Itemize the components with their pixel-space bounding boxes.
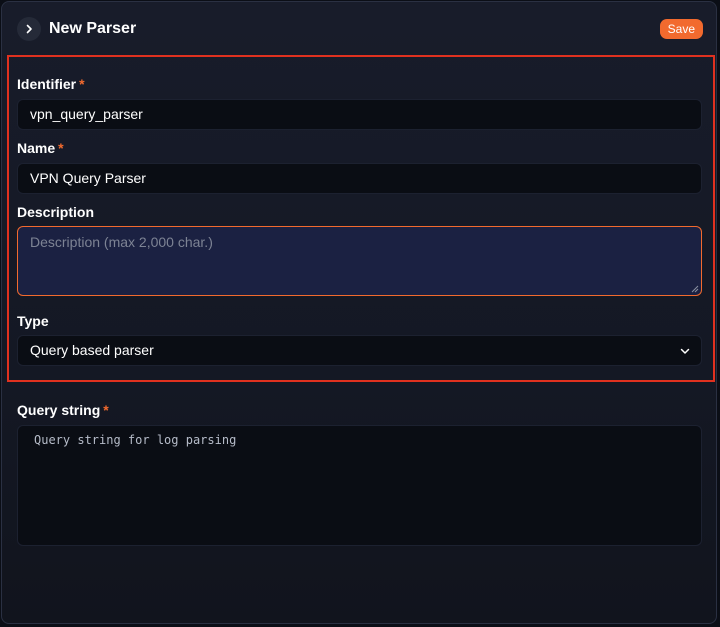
chevron-down-icon bbox=[680, 348, 690, 354]
name-label: Name * bbox=[17, 139, 64, 157]
query-string-textarea[interactable]: Query string for log parsing bbox=[17, 425, 702, 546]
page-title: New Parser bbox=[49, 20, 137, 37]
identifier-label: Identifier * bbox=[17, 75, 85, 93]
required-mark: * bbox=[58, 140, 64, 156]
resize-grip-icon[interactable] bbox=[691, 285, 699, 293]
description-label-text: Description bbox=[17, 204, 95, 220]
expand-button[interactable] bbox=[17, 17, 41, 41]
type-selected-value: Query based parser bbox=[30, 342, 154, 358]
type-label-text: Type bbox=[17, 313, 49, 329]
query-string-placeholder: Query string for log parsing bbox=[34, 433, 237, 447]
save-button[interactable]: Save bbox=[659, 19, 703, 39]
type-label: Type bbox=[17, 312, 49, 330]
name-label-text: Name bbox=[17, 140, 56, 156]
chevron-right-icon bbox=[26, 24, 32, 34]
query-string-label: Query string * bbox=[17, 401, 109, 419]
type-select[interactable]: Query based parser bbox=[17, 335, 702, 366]
required-mark: * bbox=[103, 402, 109, 418]
description-label: Description bbox=[17, 203, 94, 221]
description-textarea[interactable]: Description (max 2,000 char.) bbox=[17, 226, 702, 296]
description-placeholder: Description (max 2,000 char.) bbox=[30, 234, 213, 250]
identifier-input[interactable]: vpn_query_parser bbox=[17, 99, 702, 130]
name-input[interactable]: VPN Query Parser bbox=[17, 163, 702, 194]
identifier-label-text: Identifier bbox=[17, 76, 77, 92]
required-mark: * bbox=[79, 76, 85, 92]
panel-header: New Parser Save bbox=[17, 17, 703, 41]
query-string-label-text: Query string bbox=[17, 402, 101, 418]
